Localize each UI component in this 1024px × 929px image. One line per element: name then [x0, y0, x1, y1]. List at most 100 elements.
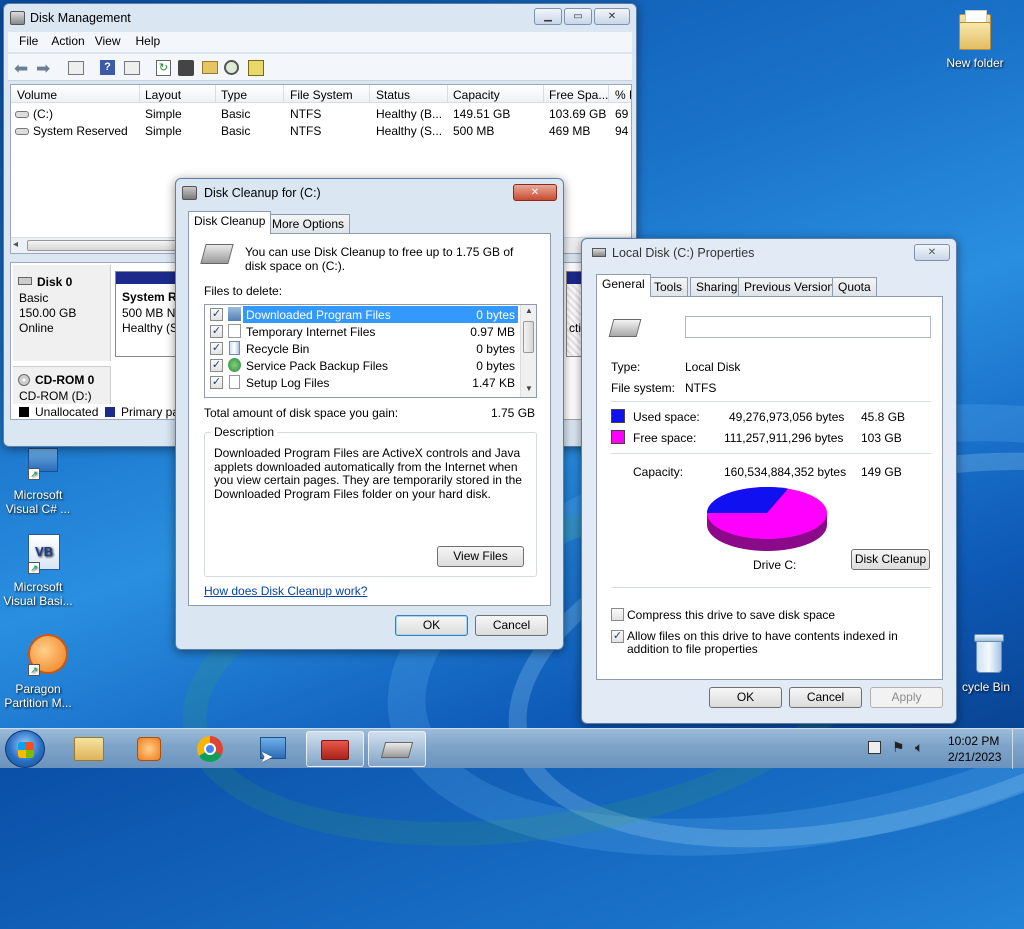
- scroll-thumb[interactable]: [27, 240, 182, 251]
- taskbar-media-player[interactable]: [121, 731, 179, 767]
- col-file-system[interactable]: File System: [290, 88, 353, 102]
- file-checkbox[interactable]: ✓: [210, 308, 223, 321]
- scroll-up-icon[interactable]: ▲: [525, 306, 533, 315]
- col-type[interactable]: Type: [221, 88, 247, 102]
- desktop-icon-visual-basic[interactable]: VB ↗ Microsoft Visual Basi...: [0, 530, 76, 608]
- file-checkbox[interactable]: ✓: [210, 325, 223, 338]
- folder-icon: [74, 737, 104, 761]
- tab-more-options[interactable]: More Options: [266, 214, 351, 234]
- forward-arrow-icon[interactable]: ➡: [36, 59, 50, 79]
- cdrom-label-block[interactable]: CD-ROM 0 CD-ROM (D:): [13, 366, 111, 404]
- start-button[interactable]: [5, 730, 45, 768]
- desktop-icon-paragon[interactable]: ↗ Paragon Partition M...: [0, 632, 76, 710]
- close-button[interactable]: ✕: [513, 184, 557, 201]
- list-item[interactable]: ✓ Downloaded Program Files 0 bytes: [206, 306, 519, 323]
- list-item[interactable]: ✓ Recycle Bin 0 bytes: [206, 340, 519, 357]
- index-checkbox[interactable]: ✓: [611, 630, 624, 643]
- rescan-icon[interactable]: [178, 60, 194, 76]
- taskbar-disk-management[interactable]: [306, 731, 364, 767]
- cancel-button[interactable]: Cancel: [789, 687, 862, 708]
- list-item[interactable]: ✓ Setup Log Files 1.47 KB: [206, 374, 519, 391]
- files-list[interactable]: ✓ Downloaded Program Files 0 bytes ✓ Tem…: [204, 304, 537, 398]
- minimize-button[interactable]: ▁: [534, 8, 562, 25]
- action-center-icon[interactable]: [868, 741, 881, 754]
- cell-volume: (C:): [33, 107, 53, 121]
- cancel-button[interactable]: Cancel: [475, 615, 548, 636]
- disk-cleanup-button[interactable]: Disk Cleanup: [851, 549, 930, 570]
- tab-general[interactable]: General: [596, 274, 651, 297]
- ok-button[interactable]: OK: [709, 687, 782, 708]
- properties-titlebar[interactable]: Local Disk (C:) Properties ✕: [582, 239, 956, 267]
- maximize-button[interactable]: ▭: [564, 8, 592, 25]
- taskbar-visual-csharp[interactable]: ➤: [244, 731, 302, 767]
- search-icon[interactable]: [224, 60, 239, 75]
- list-scrollbar[interactable]: ▲ ▼: [520, 305, 536, 397]
- refresh-icon[interactable]: ↻: [156, 60, 171, 76]
- scroll-thumb[interactable]: [523, 321, 534, 353]
- disk-cleanup-titlebar[interactable]: Disk Cleanup for (C:) ✕: [176, 179, 563, 207]
- col-volume[interactable]: Volume: [17, 88, 57, 102]
- desktop-icon-new-folder[interactable]: New folder: [937, 6, 1013, 70]
- file-checkbox[interactable]: ✓: [210, 359, 223, 372]
- local-disk-properties-dialog[interactable]: Local Disk (C:) Properties ✕ General Too…: [581, 238, 957, 724]
- close-button[interactable]: ✕: [914, 244, 950, 261]
- ok-button[interactable]: OK: [395, 615, 468, 636]
- type-label: Type:: [611, 360, 641, 374]
- compress-checkbox[interactable]: [611, 608, 624, 621]
- view-files-button[interactable]: View Files: [437, 546, 524, 567]
- settings-icon[interactable]: [248, 60, 264, 76]
- col-percent-free[interactable]: % F: [615, 88, 631, 102]
- disk0-label-block[interactable]: Disk 0 Basic 150.00 GB Online: [13, 265, 111, 361]
- col-free-space[interactable]: Free Spa...: [549, 88, 608, 102]
- taskbar-chrome[interactable]: [182, 731, 240, 767]
- tab-tools[interactable]: Tools: [648, 277, 689, 297]
- table-row[interactable]: System Reserved Simple Basic NTFS Health…: [11, 123, 631, 140]
- table-row[interactable]: (C:) Simple Basic NTFS Healthy (B... 149…: [11, 106, 631, 123]
- desktop-icon-visual-csharp[interactable]: ↗ Microsoft Visual C# ...: [0, 438, 76, 516]
- tab-disk-cleanup[interactable]: Disk Cleanup: [188, 211, 272, 234]
- menu-view[interactable]: View: [93, 32, 132, 52]
- legend-primary: Primary par: [121, 405, 184, 419]
- list-item[interactable]: ✓ Temporary Internet Files 0.97 MB: [206, 323, 519, 340]
- disk-drive-icon: [18, 277, 32, 285]
- scroll-left-icon[interactable]: ◂: [13, 239, 18, 250]
- show-desktop-button[interactable]: [1012, 729, 1024, 769]
- disk-management-titlebar[interactable]: Disk Management ▁ ▭ ✕: [4, 4, 636, 32]
- file-name: Recycle Bin: [246, 342, 310, 356]
- file-checkbox[interactable]: ✓: [210, 342, 223, 355]
- help-icon[interactable]: ?: [100, 60, 115, 75]
- tab-previous-versions[interactable]: Previous Versions: [738, 277, 847, 297]
- open-folder-icon[interactable]: [202, 61, 218, 74]
- drive-label-input[interactable]: [685, 316, 931, 338]
- tab-quota[interactable]: Quota: [832, 277, 877, 297]
- disk0-name: Disk 0: [37, 275, 73, 289]
- menu-file[interactable]: File: [8, 32, 49, 52]
- col-status[interactable]: Status: [376, 88, 410, 102]
- scroll-down-icon[interactable]: ▼: [525, 384, 533, 393]
- volume-icon[interactable]: 🔈︎: [915, 739, 923, 756]
- flag-icon[interactable]: ⚑: [892, 739, 905, 756]
- taskbar-explorer[interactable]: [60, 731, 118, 767]
- col-layout[interactable]: Layout: [145, 88, 181, 102]
- back-arrow-icon[interactable]: ⬅: [14, 59, 28, 79]
- tab-sharing[interactable]: Sharing: [690, 277, 744, 297]
- help-link[interactable]: How does Disk Cleanup work?: [204, 584, 367, 598]
- desktop-icon-recycle-bin[interactable]: cycle Bin: [948, 630, 1024, 694]
- file-checkbox[interactable]: ✓: [210, 376, 223, 389]
- apply-button[interactable]: Apply: [870, 687, 943, 708]
- properties-icon[interactable]: [124, 61, 140, 75]
- compress-label: Compress this drive to save disk space: [627, 608, 836, 622]
- console-tree-icon[interactable]: [68, 61, 84, 75]
- close-button[interactable]: ✕: [594, 8, 630, 25]
- desktop-icon-label: Visual Basi...: [3, 594, 73, 608]
- partition-system-reserved[interactable]: System R 500 MB NT Healthy (S: [115, 271, 183, 357]
- clock-date[interactable]: 2/21/2023: [948, 750, 1001, 764]
- menu-action[interactable]: Action: [49, 32, 92, 52]
- list-item[interactable]: ✓ Service Pack Backup Files 0 bytes: [206, 357, 519, 374]
- clock-time[interactable]: 10:02 PM: [948, 734, 999, 748]
- disk-cleanup-dialog[interactable]: Disk Cleanup for (C:) ✕ Disk Cleanup Mor…: [175, 178, 564, 650]
- taskbar-disk-cleanup[interactable]: [368, 731, 426, 767]
- col-capacity[interactable]: Capacity: [453, 88, 500, 102]
- menu-help[interactable]: Help: [132, 32, 169, 52]
- paragon-icon: ↗: [14, 632, 68, 680]
